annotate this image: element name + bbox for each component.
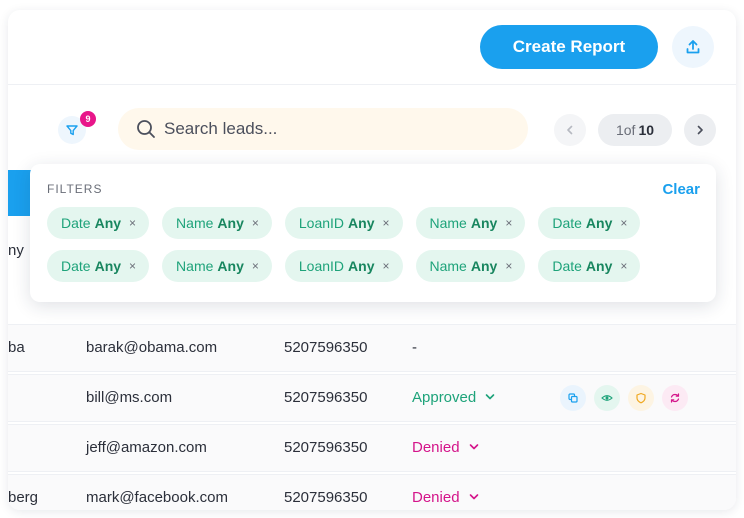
lead-phone: 5207596350 (284, 489, 368, 506)
filter-chip-label: Date (552, 215, 582, 231)
upload-button[interactable] (672, 26, 714, 68)
lead-email: jeff@amazon.com (86, 439, 207, 456)
status-dropdown[interactable]: Approved (412, 389, 496, 406)
column-header-fragment: ny (8, 242, 24, 259)
total-pages: 10 (638, 122, 655, 138)
filter-chip-label: Date (552, 258, 582, 274)
lead-name: berg (8, 489, 39, 506)
row-actions (560, 385, 688, 411)
status-dropdown[interactable]: Denied (412, 439, 480, 456)
chevron-down-icon (486, 394, 495, 400)
remove-filter-icon[interactable]: × (620, 216, 627, 230)
page-of-label: of (623, 122, 636, 138)
filter-chip[interactable]: Date Any × (538, 250, 641, 282)
remove-filter-icon[interactable]: × (129, 259, 136, 273)
filter-chip-label: Date (61, 258, 91, 274)
eye-icon (601, 395, 613, 401)
filter-chip[interactable]: LoanID Any × (284, 207, 403, 239)
filter-chip-value: Any (94, 215, 122, 231)
table-row[interactable]: berg mark@facebook.com 5207596350 Denied (8, 474, 736, 510)
chevron-down-icon (469, 494, 479, 500)
lead-phone: 5207596350 (284, 339, 368, 356)
filter-chip-label: LoanID (298, 215, 345, 231)
filter-chip[interactable]: Date Any × (47, 250, 150, 282)
filter-chip-row: Date Any × Name Any × LoanID Any × Name Any × Date An… (47, 207, 707, 239)
chevron-down-icon (469, 444, 479, 450)
filter-chip[interactable]: Name Any × (415, 207, 526, 239)
status-label: Denied (412, 489, 460, 506)
remove-filter-icon[interactable]: × (129, 216, 136, 230)
filter-chip[interactable]: Name Any × (162, 207, 272, 239)
status-label: Denied (412, 439, 460, 456)
remove-filter-icon[interactable]: × (620, 259, 627, 273)
leads-panel: Create Report 9 1 of 10 (8, 10, 736, 510)
next-page-button[interactable] (684, 114, 716, 146)
remove-filter-icon[interactable]: × (252, 259, 259, 273)
lead-email: mark@facebook.com (86, 489, 228, 506)
remove-filter-icon[interactable]: × (382, 216, 389, 230)
filter-chip[interactable]: LoanID Any × (284, 250, 403, 282)
filter-chip-value: Any (470, 258, 498, 274)
remove-filter-icon[interactable]: × (505, 259, 512, 273)
filters-title: FILTERS (47, 182, 103, 196)
remove-filter-icon[interactable]: × (382, 259, 389, 273)
view-button[interactable] (594, 385, 620, 411)
remove-filter-icon[interactable]: × (505, 216, 512, 230)
filter-count-badge: 9 (80, 111, 96, 127)
filter-chip-value: Any (585, 215, 613, 231)
filter-chip-label: Name (429, 258, 467, 274)
filter-chip-value: Any (217, 215, 244, 231)
search-icon (137, 120, 155, 138)
remove-filter-icon[interactable]: × (252, 216, 259, 230)
filters-popover: FILTERS Clear Date Any × Name Any × LoanID Any ×… (30, 164, 716, 302)
filter-chip-label: Date (61, 215, 91, 231)
upload-icon (686, 40, 700, 54)
lead-phone: 5207596350 (284, 389, 368, 406)
lead-phone: 5207596350 (284, 439, 368, 456)
filter-chip-label: LoanID (298, 258, 345, 274)
table-row[interactable]: ba barak@obama.com 5207596350 - (8, 324, 736, 372)
filter-chip-label: Name (429, 215, 467, 231)
filter-chip-value: Any (348, 215, 375, 231)
lead-name: ba (8, 339, 25, 356)
current-page: 1 (615, 122, 624, 138)
refresh-button[interactable] (662, 385, 688, 411)
copy-button[interactable] (560, 385, 586, 411)
filter-chip-value: Any (94, 258, 122, 274)
copy-icon (568, 393, 578, 403)
shield-icon (636, 392, 646, 404)
search-input[interactable] (162, 118, 496, 140)
lead-status: - (412, 339, 417, 356)
funnel-icon (66, 125, 78, 136)
status-dropdown[interactable]: Denied (412, 489, 480, 506)
filter-chip[interactable]: Name Any × (162, 250, 272, 282)
lead-email: bill@ms.com (86, 389, 173, 406)
filter-chip-value: Any (585, 258, 613, 274)
chevron-right-icon (697, 125, 703, 135)
panel-header: Create Report (8, 10, 736, 85)
previous-page-button[interactable] (554, 114, 586, 146)
lead-email: barak@obama.com (86, 339, 218, 356)
filter-chip-value: Any (217, 258, 244, 274)
filter-chip-row: Date Any × Name Any × LoanID Any × Name Any × Date An… (47, 250, 707, 282)
filter-chips: Date Any × Name Any × LoanID Any × Name Any × Date An… (47, 207, 707, 293)
filter-chip[interactable]: Date Any × (538, 207, 641, 239)
page-indicator: 1 of 10 (598, 114, 672, 146)
filter-chip[interactable]: Date Any × (47, 207, 150, 239)
table-row[interactable]: jeff@amazon.com 5207596350 Denied (8, 424, 736, 472)
table-row[interactable]: bill@ms.com 5207596350 Approved (8, 374, 736, 422)
filter-chip[interactable]: Name Any × (415, 250, 526, 282)
shield-button[interactable] (628, 385, 654, 411)
filter-chip-label: Name (176, 258, 214, 274)
filter-chip-value: Any (348, 258, 375, 274)
filter-chip-value: Any (470, 215, 498, 231)
filter-chip-label: Name (176, 215, 214, 231)
refresh-icon (670, 393, 680, 403)
clear-filters-link[interactable]: Clear (662, 181, 700, 198)
create-report-button[interactable]: Create Report (480, 25, 658, 69)
status-label: Approved (412, 389, 477, 406)
search-box[interactable] (118, 108, 528, 150)
chevron-left-icon (567, 125, 573, 135)
